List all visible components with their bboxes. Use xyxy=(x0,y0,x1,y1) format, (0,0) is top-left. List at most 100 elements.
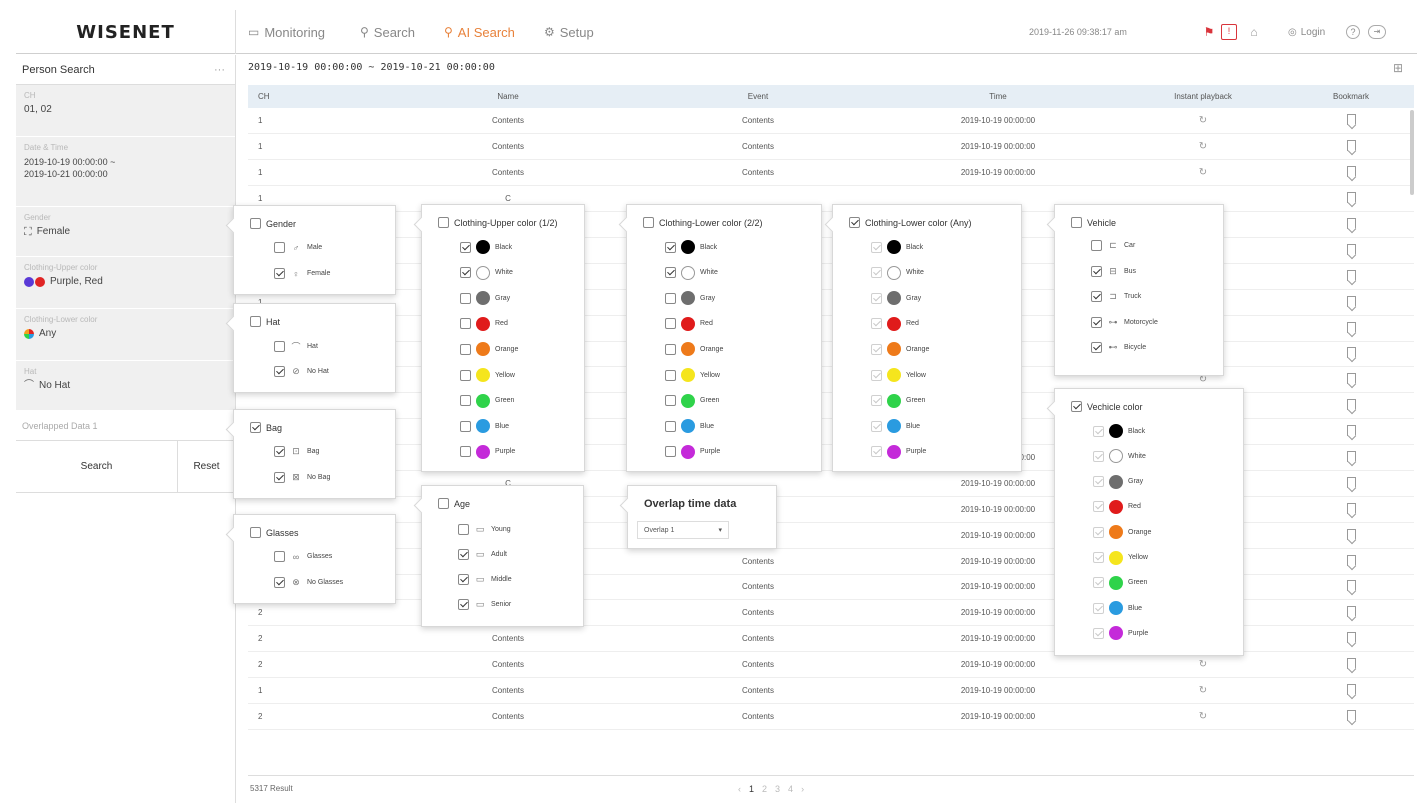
bookmark-icon[interactable] xyxy=(1346,218,1356,229)
checkbox[interactable] xyxy=(643,217,654,228)
option-truck[interactable]: ⊐ Truck xyxy=(1091,291,1141,302)
option-red[interactable]: Red xyxy=(871,316,919,331)
option-purple[interactable]: Purple xyxy=(871,444,926,459)
grid-view-icon[interactable]: ⊞ xyxy=(1393,61,1403,75)
option-black[interactable]: Black xyxy=(460,240,512,254)
option-no-hat[interactable]: ⊘ No Hat xyxy=(274,366,329,377)
bookmark-icon[interactable] xyxy=(1346,451,1356,463)
checkbox[interactable] xyxy=(1071,217,1082,228)
checkbox[interactable] xyxy=(274,446,285,457)
checkbox[interactable] xyxy=(460,267,471,279)
option-orange[interactable]: Orange xyxy=(460,342,518,357)
exit-icon[interactable]: ⇥ xyxy=(1368,25,1386,39)
checkbox[interactable] xyxy=(665,267,676,279)
checkbox[interactable] xyxy=(871,420,882,432)
instant-playback-icon[interactable]: ↻ xyxy=(1199,167,1207,178)
vehicle-group-toggle[interactable]: Vehicle xyxy=(1071,217,1116,228)
checkbox[interactable] xyxy=(871,343,882,355)
checkbox[interactable] xyxy=(458,549,469,560)
checkbox[interactable] xyxy=(274,577,285,588)
checkbox[interactable] xyxy=(1091,291,1102,302)
checkbox[interactable] xyxy=(274,268,285,279)
checkbox[interactable] xyxy=(1091,316,1102,328)
option-blue[interactable]: Blue xyxy=(460,419,509,434)
column-header[interactable]: Event xyxy=(638,85,878,108)
option-no-bag[interactable]: ⊠ No Bag xyxy=(274,472,330,483)
option-white[interactable]: White xyxy=(871,265,924,280)
checkbox[interactable] xyxy=(274,242,285,253)
option-black[interactable]: Black xyxy=(871,240,923,254)
lower-color-group-toggle[interactable]: Clothing-Lower color (2/2) xyxy=(643,217,763,228)
option-senior[interactable]: ▭ Senior xyxy=(458,599,511,610)
option-red[interactable]: Red xyxy=(665,316,713,331)
bookmark-icon[interactable] xyxy=(1346,114,1356,126)
help-icon[interactable]: ? xyxy=(1346,25,1360,39)
option-red[interactable]: Red xyxy=(460,316,508,331)
option-young[interactable]: ▭ Young xyxy=(458,524,511,535)
bookmark-icon[interactable] xyxy=(1346,606,1356,618)
column-header[interactable]: Instant playback xyxy=(1118,85,1288,108)
option-gray[interactable]: Gray xyxy=(460,291,510,306)
bookmark-icon[interactable] xyxy=(1346,554,1356,566)
login-button[interactable]: ◎ Login xyxy=(1288,10,1325,54)
bookmark-icon[interactable] xyxy=(1346,580,1356,592)
checkbox[interactable] xyxy=(274,551,285,562)
option-bus[interactable]: ⊟ Bus xyxy=(1091,265,1136,277)
page-4[interactable]: 4 xyxy=(788,784,793,794)
option-orange[interactable]: Orange xyxy=(665,342,723,357)
bookmark-icon[interactable] xyxy=(1346,632,1356,644)
bookmark-icon[interactable] xyxy=(1346,684,1356,696)
page-prev[interactable]: ‹ xyxy=(738,784,741,794)
column-header[interactable]: CH xyxy=(248,85,378,108)
alarm-icon[interactable]: ⚑ xyxy=(1201,24,1217,40)
option-white[interactable]: White xyxy=(460,265,513,280)
option-adult[interactable]: ▭ Adult xyxy=(458,549,507,560)
page-3[interactable]: 3 xyxy=(775,784,780,794)
bookmark-icon[interactable] xyxy=(1346,243,1356,255)
bookmark-icon[interactable] xyxy=(1346,658,1356,670)
overlapped-data[interactable]: Overlapped Data 1 xyxy=(16,411,235,441)
option-bag[interactable]: ⊡ Bag xyxy=(274,446,319,457)
checkbox[interactable] xyxy=(1093,450,1104,462)
option-no-glasses[interactable]: ⊗ No Glasses xyxy=(274,577,343,588)
option-gray[interactable]: Gray xyxy=(665,291,715,306)
checkbox[interactable] xyxy=(665,318,676,330)
search-button[interactable]: Search xyxy=(16,441,178,492)
more-options-icon[interactable]: ··· xyxy=(214,64,225,76)
page-next[interactable]: › xyxy=(801,784,804,794)
option-bicycle[interactable]: ⊷ Bicycle xyxy=(1091,342,1146,353)
instant-playback-icon[interactable]: ↻ xyxy=(1199,711,1207,722)
checkbox[interactable] xyxy=(665,292,676,304)
bookmark-icon[interactable] xyxy=(1346,321,1356,333)
checkbox[interactable] xyxy=(665,446,676,458)
checkbox[interactable] xyxy=(1091,265,1102,277)
checkbox[interactable] xyxy=(665,395,676,407)
checkbox[interactable] xyxy=(1093,425,1104,437)
option-motorcycle[interactable]: ⊶ Motorcycle xyxy=(1091,316,1158,328)
menu-monitoring[interactable]: ▭ Monitoring xyxy=(248,10,325,54)
option-hat[interactable]: ⌒ Hat xyxy=(274,340,318,353)
checkbox[interactable] xyxy=(460,395,471,407)
option-yellow[interactable]: Yellow xyxy=(665,368,720,382)
option-orange[interactable]: Orange xyxy=(871,342,929,357)
bookmark-icon[interactable] xyxy=(1346,476,1356,488)
bag-group-toggle[interactable]: Bag xyxy=(250,422,282,433)
glasses-group-toggle[interactable]: Glasses xyxy=(250,527,299,538)
checkbox[interactable] xyxy=(438,217,449,228)
checkbox[interactable] xyxy=(460,420,471,432)
instant-playback-icon[interactable]: ↻ xyxy=(1199,115,1207,126)
table-row[interactable]: 1 Contents Contents 2019-10-19 00:00:00 ↻ xyxy=(248,133,1414,161)
option-green[interactable]: Green xyxy=(1093,575,1147,590)
filter-datetime[interactable]: Date & Time 2019-10-19 00:00:00 ~ 2019-1… xyxy=(16,137,235,207)
checkbox[interactable] xyxy=(274,341,285,352)
checkbox[interactable] xyxy=(460,343,471,355)
checkbox[interactable] xyxy=(1093,577,1104,589)
checkbox[interactable] xyxy=(665,420,676,432)
page-2[interactable]: 2 xyxy=(762,784,767,794)
checkbox[interactable] xyxy=(871,241,882,253)
checkbox[interactable] xyxy=(871,267,882,279)
option-yellow[interactable]: Yellow xyxy=(460,368,515,382)
checkbox[interactable] xyxy=(1091,342,1102,353)
option-green[interactable]: Green xyxy=(871,393,925,408)
checkbox[interactable] xyxy=(665,343,676,355)
